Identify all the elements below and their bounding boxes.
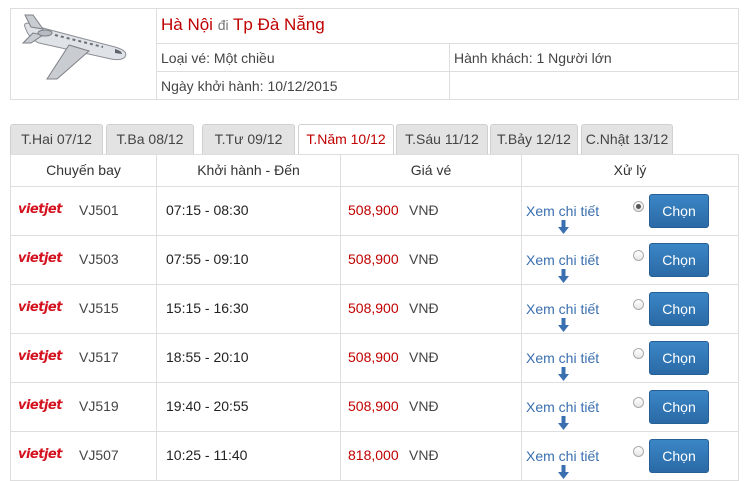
tab-label: T.Ba 08/12 bbox=[116, 131, 184, 147]
table-header: Chuyến bay Khởi hành - Đến Giá vé Xử lý bbox=[11, 155, 738, 187]
vietjet-logo: vietjet bbox=[18, 300, 62, 315]
currency: VNĐ bbox=[409, 202, 439, 218]
airplane-icon bbox=[21, 14, 127, 80]
select-radio[interactable] bbox=[633, 250, 644, 261]
divider bbox=[449, 43, 450, 99]
select-radio[interactable] bbox=[633, 446, 644, 457]
flight-number: VJ519 bbox=[79, 398, 119, 414]
divider bbox=[157, 71, 738, 72]
flight-time: 18:55 - 20:10 bbox=[166, 349, 249, 365]
tab-label: T.Tư 09/12 bbox=[214, 131, 283, 147]
vietjet-logo: vietjet bbox=[18, 447, 62, 462]
currency: VNĐ bbox=[409, 447, 439, 463]
tab-label: T.Năm 10/12 bbox=[306, 131, 386, 147]
flight-number: VJ501 bbox=[79, 202, 119, 218]
arrow-down-icon[interactable] bbox=[558, 367, 569, 381]
currency: VNĐ bbox=[409, 300, 439, 316]
flight-number: VJ507 bbox=[79, 447, 119, 463]
flight-time: 19:40 - 20:55 bbox=[166, 398, 249, 414]
view-details-link[interactable]: Xem chi tiết bbox=[526, 399, 599, 415]
tab-mon-0712[interactable]: T.Hai 07/12 bbox=[10, 124, 103, 154]
select-radio[interactable] bbox=[633, 348, 644, 359]
flight-time: 10:25 - 11:40 bbox=[166, 447, 248, 463]
arrow-down-icon[interactable] bbox=[558, 220, 569, 234]
flight-time: 07:15 - 08:30 bbox=[166, 202, 249, 218]
ticket-price: 508,900 bbox=[348, 349, 399, 365]
choose-button[interactable]: Chọn bbox=[649, 243, 709, 277]
column-divider bbox=[340, 155, 341, 481]
vietjet-logo: vietjet bbox=[18, 349, 62, 364]
ticket-price: 508,900 bbox=[348, 398, 399, 414]
currency: VNĐ bbox=[409, 251, 439, 267]
view-details-link[interactable]: Xem chi tiết bbox=[526, 252, 599, 268]
table-row: vietjet VJ501 07:15 - 08:30 508,900 VNĐ … bbox=[11, 187, 738, 236]
flight-number: VJ503 bbox=[79, 251, 119, 267]
column-divider bbox=[521, 155, 522, 481]
flight-number: VJ515 bbox=[79, 300, 119, 316]
currency: VNĐ bbox=[409, 349, 439, 365]
flight-time: 07:55 - 09:10 bbox=[166, 251, 249, 267]
route-title: Hà Nội đi Tp Đà Nẵng bbox=[161, 15, 325, 35]
ticket-price: 508,900 bbox=[348, 202, 399, 218]
table-row: vietjet VJ517 18:55 - 20:10 508,900 VNĐ … bbox=[11, 334, 738, 383]
ticket-type: Loại vé: Một chiều bbox=[161, 50, 275, 66]
choose-button[interactable]: Chọn bbox=[649, 439, 709, 473]
departure-date: Ngày khởi hành: 10/12/2015 bbox=[161, 78, 338, 94]
tab-tue-0812[interactable]: T.Ba 08/12 bbox=[106, 124, 194, 154]
ticket-price: 818,000 bbox=[348, 447, 399, 463]
tab-sat-1212[interactable]: T.Bảy 12/12 bbox=[490, 124, 578, 154]
tab-label: C.Nhật 13/12 bbox=[585, 131, 669, 147]
view-details-link[interactable]: Xem chi tiết bbox=[526, 448, 599, 464]
choose-button[interactable]: Chọn bbox=[649, 194, 709, 228]
table-row: vietjet VJ507 10:25 - 11:40 818,000 VNĐ … bbox=[11, 432, 738, 481]
table-row: vietjet VJ515 15:15 - 16:30 508,900 VNĐ … bbox=[11, 285, 738, 334]
flight-time: 15:15 - 16:30 bbox=[166, 300, 249, 316]
select-radio[interactable] bbox=[633, 397, 644, 408]
table-row: vietjet VJ519 19:40 - 20:55 508,900 VNĐ … bbox=[11, 383, 738, 432]
ticket-price: 508,900 bbox=[348, 251, 399, 267]
arrow-down-icon[interactable] bbox=[558, 465, 569, 479]
flight-summary: Hà Nội đi Tp Đà Nẵng Loại vé: Một chiều … bbox=[10, 8, 739, 100]
vietjet-logo: vietjet bbox=[18, 251, 62, 266]
column-divider bbox=[156, 155, 157, 481]
flight-number: VJ517 bbox=[79, 349, 119, 365]
passenger-count: Hành khách: 1 Người lớn bbox=[454, 50, 612, 66]
tab-wed-0912[interactable]: T.Tư 09/12 bbox=[202, 124, 295, 154]
arrow-down-icon[interactable] bbox=[558, 318, 569, 332]
select-radio[interactable] bbox=[633, 201, 644, 212]
tab-fri-1112[interactable]: T.Sáu 11/12 bbox=[396, 124, 488, 154]
view-details-link[interactable]: Xem chi tiết bbox=[526, 301, 599, 317]
arrow-down-icon[interactable] bbox=[558, 416, 569, 430]
flights-table: Chuyến bay Khởi hành - Đến Giá vé Xử lý … bbox=[10, 154, 739, 481]
col-time: Khởi hành - Đến bbox=[197, 162, 300, 178]
tab-sun-1312[interactable]: C.Nhật 13/12 bbox=[581, 124, 673, 154]
col-price: Giá vé bbox=[410, 162, 452, 178]
currency: VNĐ bbox=[409, 398, 439, 414]
ticket-price: 508,900 bbox=[348, 300, 399, 316]
vietjet-logo: vietjet bbox=[18, 398, 62, 413]
view-details-link[interactable]: Xem chi tiết bbox=[526, 203, 599, 219]
tab-thu-1012[interactable]: T.Năm 10/12 bbox=[298, 124, 394, 155]
select-radio[interactable] bbox=[633, 299, 644, 310]
tab-label: T.Hai 07/12 bbox=[21, 131, 92, 147]
table-body: vietjet VJ501 07:15 - 08:30 508,900 VNĐ … bbox=[11, 187, 738, 481]
choose-button[interactable]: Chọn bbox=[649, 292, 709, 326]
tab-label: T.Bảy 12/12 bbox=[497, 131, 571, 147]
view-details-link[interactable]: Xem chi tiết bbox=[526, 350, 599, 366]
origin-city: Hà Nội bbox=[161, 15, 213, 34]
destination-city: Tp Đà Nẵng bbox=[233, 15, 325, 34]
col-action: Xử lý bbox=[613, 162, 647, 178]
divider bbox=[157, 43, 738, 44]
table-row: vietjet VJ503 07:55 - 09:10 508,900 VNĐ … bbox=[11, 236, 738, 285]
vietjet-logo: vietjet bbox=[18, 202, 62, 217]
choose-button[interactable]: Chọn bbox=[649, 390, 709, 424]
tab-label: T.Sáu 11/12 bbox=[405, 131, 479, 147]
plane-image-cell bbox=[11, 9, 157, 99]
col-flight: Chuyến bay bbox=[46, 162, 121, 178]
choose-button[interactable]: Chọn bbox=[649, 341, 709, 375]
route-connector: đi bbox=[217, 17, 229, 33]
arrow-down-icon[interactable] bbox=[558, 269, 569, 283]
